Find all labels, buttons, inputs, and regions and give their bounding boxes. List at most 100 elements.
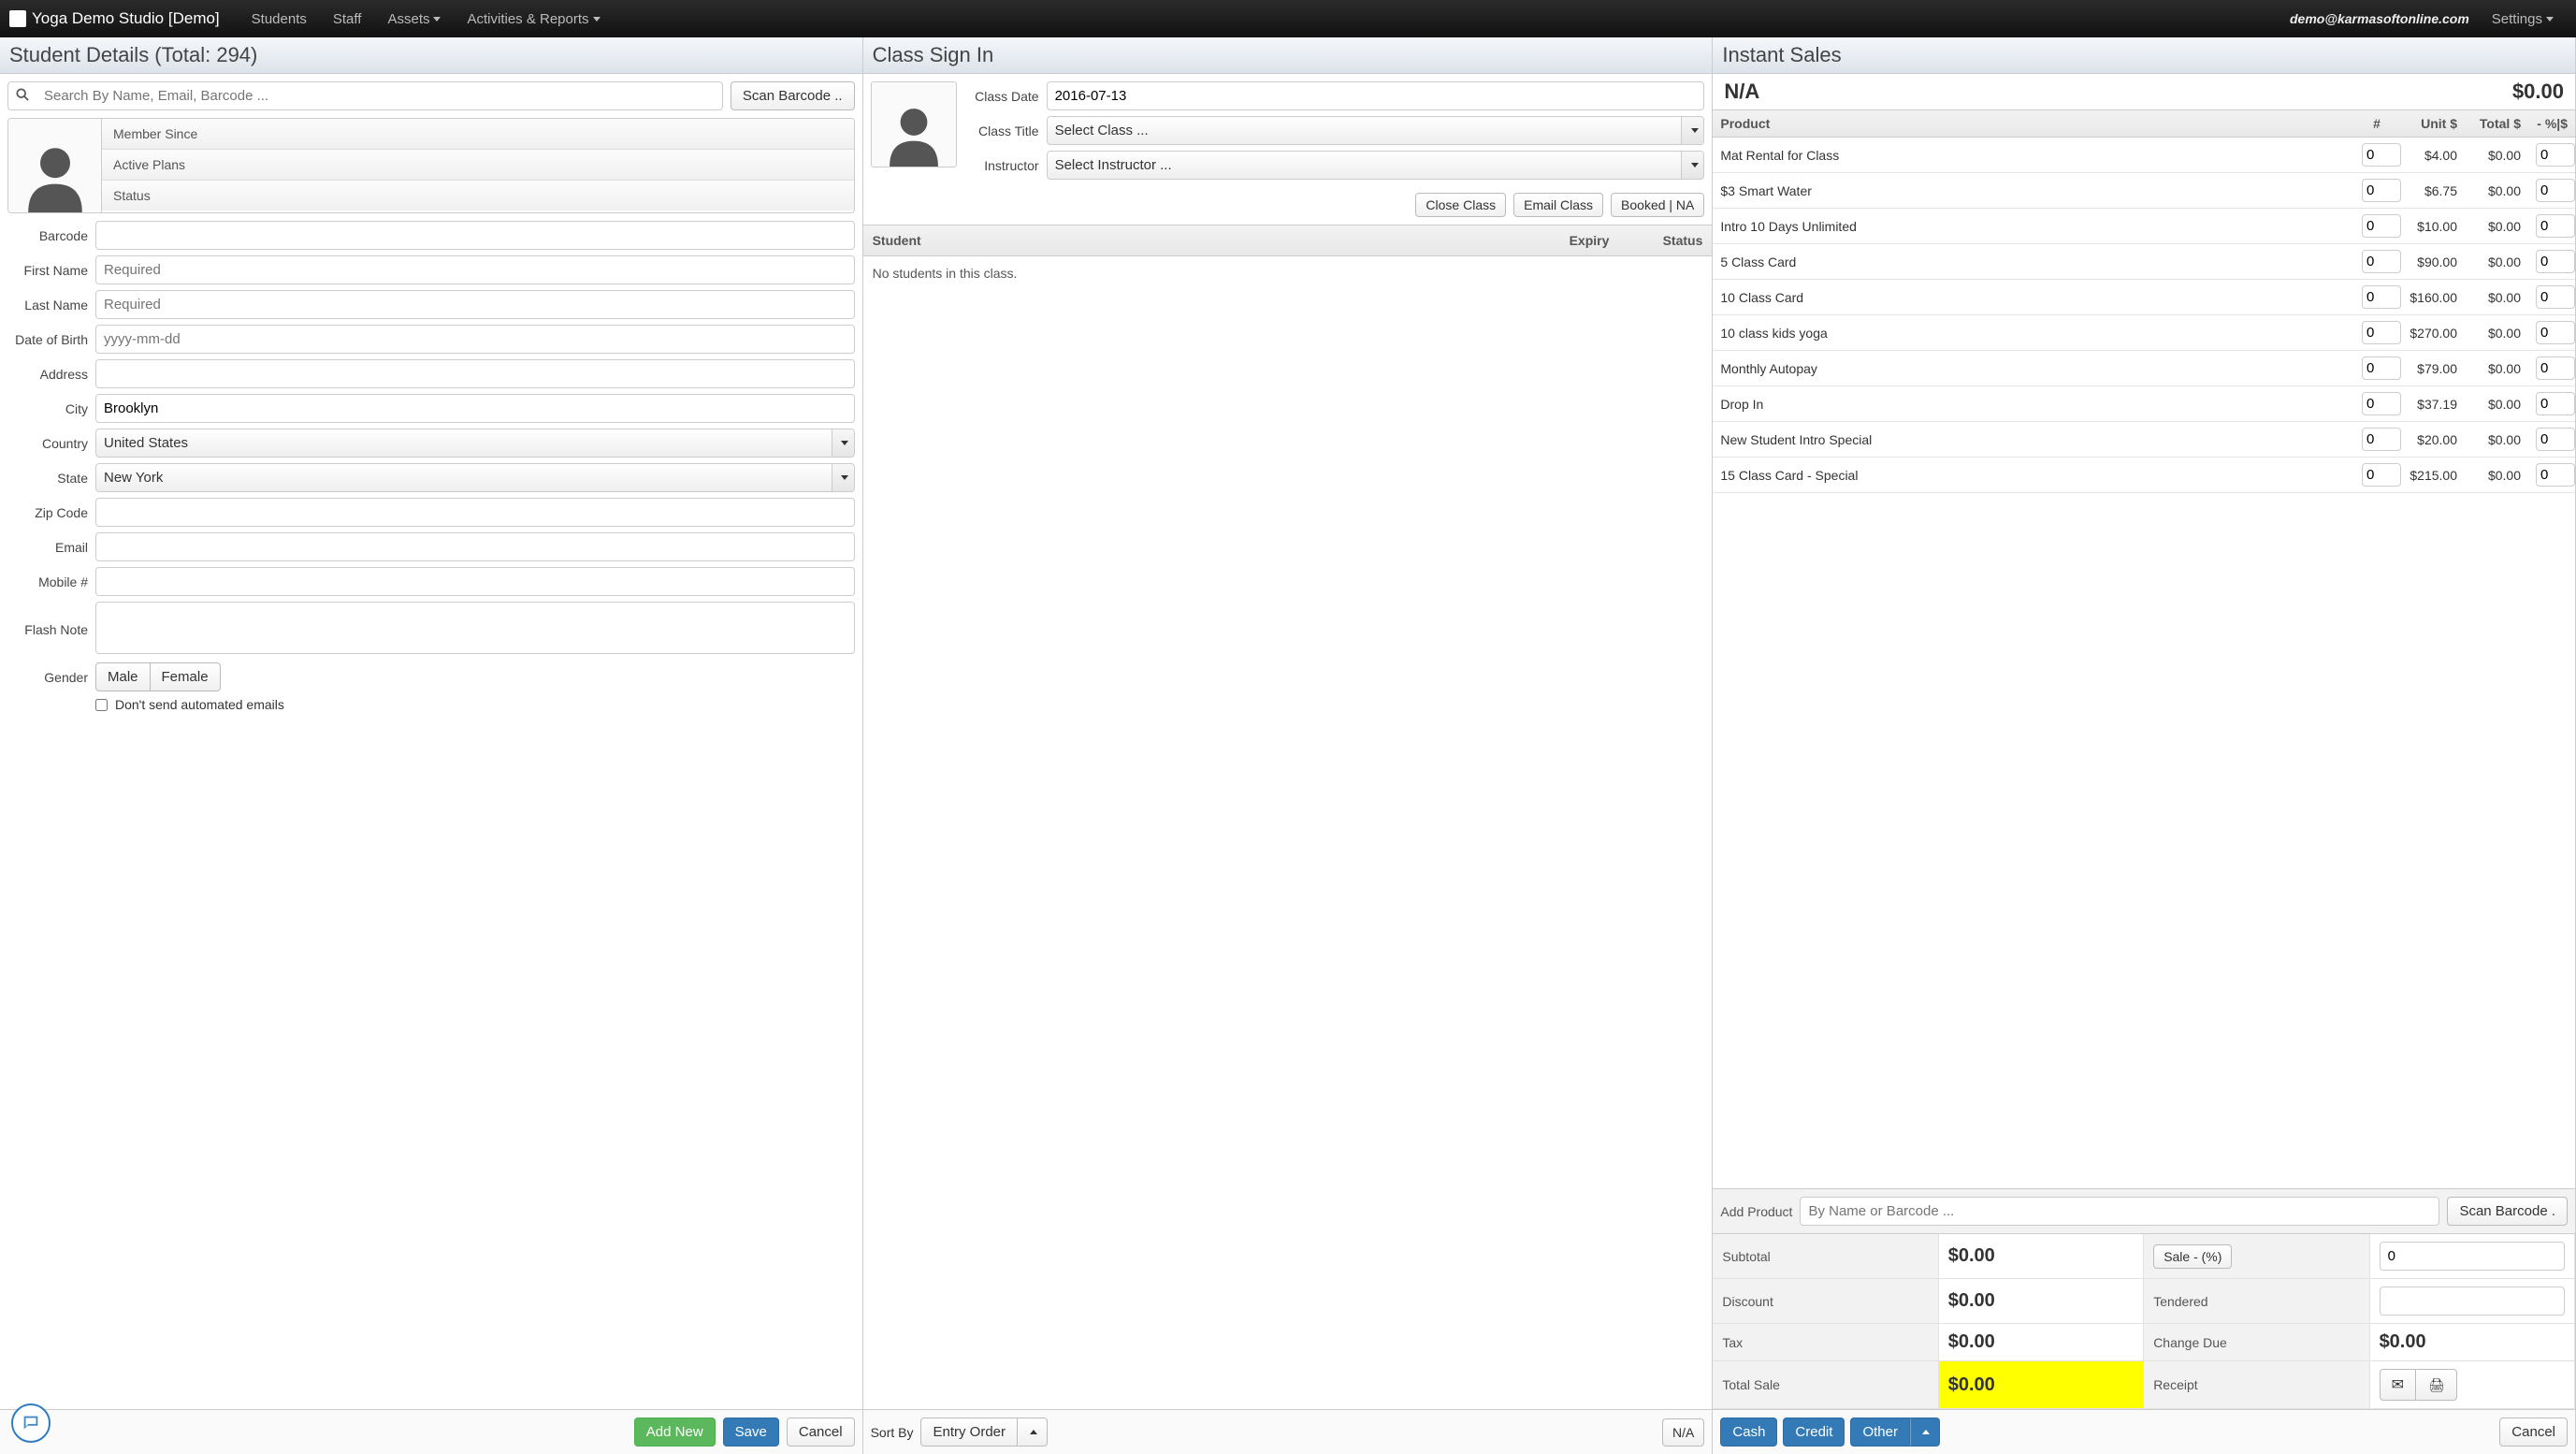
sale-percent-button[interactable]: Sale - (%) [2153,1244,2232,1269]
add-product-input[interactable] [1800,1197,2439,1226]
brand[interactable]: Yoga Demo Studio [Demo] [9,9,220,28]
state-select[interactable]: New York [95,463,855,492]
state-value: New York [104,470,163,486]
instant-sales-title: Instant Sales [1713,37,2575,74]
sale-percent-input[interactable] [2380,1242,2565,1271]
product-qty-input[interactable] [2362,392,2401,415]
print-icon [2428,1377,2445,1393]
pay-other-button[interactable]: Other [1850,1418,1910,1447]
sort-by-label: Sort By [871,1425,914,1440]
chevron-down-icon [593,17,601,22]
class-date-input[interactable] [1047,81,1705,110]
email-label: Email [7,540,88,555]
cancel-button[interactable]: Cancel [787,1418,855,1447]
product-qty-input[interactable] [2362,143,2401,167]
pay-credit-button[interactable]: Credit [1783,1418,1845,1447]
mobile-input[interactable] [95,567,855,596]
product-discount-input[interactable] [2536,463,2575,487]
product-qty-input[interactable] [2362,214,2401,238]
product-name: 15 Class Card - Special [1713,462,2354,488]
instructor-select[interactable]: Select Instructor ... [1047,151,1705,180]
product-qty-input[interactable] [2362,250,2401,273]
total-sale-label: Total Sale [1713,1361,1938,1409]
col-student: Student [863,225,1507,255]
product-unit-price: $270.00 [2399,320,2465,346]
col-qty: # [2354,110,2399,137]
nav-staff[interactable]: Staff [320,11,375,27]
product-total: $0.00 [2465,284,2528,311]
student-search[interactable] [7,81,723,110]
product-discount-input[interactable] [2536,285,2575,309]
product-discount-input[interactable] [2536,356,2575,380]
status-label: Status [102,181,854,211]
flash-note-input[interactable] [95,602,855,654]
student-photo[interactable] [8,119,102,212]
pay-other-caret-button[interactable] [1910,1418,1940,1447]
add-new-button[interactable]: Add New [634,1418,716,1447]
dob-input[interactable] [95,325,855,354]
first-name-input[interactable] [95,255,855,284]
product-discount-input[interactable] [2536,321,2575,344]
save-button[interactable]: Save [723,1418,779,1447]
active-plans-label: Active Plans [102,150,854,181]
nav-activities[interactable]: Activities & Reports [454,11,613,27]
user-email[interactable]: demo@karmasoftonline.com [2290,11,2469,26]
product-row: $3 Smart Water$6.75$0.00 [1713,173,2575,209]
instructor-label: Instructor [966,158,1039,173]
last-name-input[interactable] [95,290,855,319]
email-class-button[interactable]: Email Class [1513,193,1603,217]
receipt-email-button[interactable] [2380,1369,2416,1401]
product-name: 5 Class Card [1713,249,2354,275]
sort-order-caret-button[interactable] [1018,1418,1048,1447]
brand-text: Yoga Demo Studio [Demo] [32,9,220,28]
product-qty-input[interactable] [2362,428,2401,451]
class-photo[interactable] [871,81,957,167]
sales-cancel-button[interactable]: Cancel [2499,1418,2568,1447]
class-title-select[interactable]: Select Class ... [1047,116,1705,145]
email-input[interactable] [95,532,855,561]
product-discount-input[interactable] [2536,250,2575,273]
product-discount-input[interactable] [2536,179,2575,202]
product-discount-input[interactable] [2536,428,2575,451]
receipt-print-button[interactable] [2416,1369,2457,1401]
scan-barcode-sales-button[interactable]: Scan Barcode . [2447,1197,2568,1226]
barcode-input[interactable] [95,221,855,250]
product-unit-price: $160.00 [2399,284,2465,311]
nav-activities-label: Activities & Reports [467,11,588,27]
nav-students[interactable]: Students [239,11,320,27]
booked-button[interactable]: Booked | NA [1611,193,1704,217]
product-qty-input[interactable] [2362,179,2401,202]
city-input[interactable] [95,394,855,423]
product-total: $0.00 [2465,320,2528,346]
country-label: Country [7,436,88,451]
no-auto-email-checkbox[interactable] [95,699,108,711]
country-select[interactable]: United States [95,429,855,458]
product-qty-input[interactable] [2362,285,2401,309]
address-input[interactable] [95,359,855,388]
dob-label: Date of Birth [7,332,88,347]
chat-bubble-button[interactable] [11,1403,51,1443]
product-discount-input[interactable] [2536,214,2575,238]
product-unit-price: $20.00 [2399,427,2465,453]
product-qty-input[interactable] [2362,356,2401,380]
product-qty-input[interactable] [2362,463,2401,487]
tendered-input[interactable] [2380,1287,2565,1316]
sales-customer-total: $0.00 [2512,80,2564,104]
nav-assets[interactable]: Assets [374,11,454,27]
class-title-label: Class Title [966,124,1039,138]
product-qty-input[interactable] [2362,321,2401,344]
product-unit-price: $215.00 [2399,462,2465,488]
product-discount-input[interactable] [2536,392,2575,415]
gender-female-button[interactable]: Female [151,662,221,691]
sort-order-button[interactable]: Entry Order [920,1418,1018,1447]
member-since-label: Member Since [102,119,854,150]
scan-barcode-button[interactable]: Scan Barcode .. [731,81,855,110]
product-discount-input[interactable] [2536,143,2575,167]
close-class-button[interactable]: Close Class [1415,193,1506,217]
address-label: Address [7,367,88,382]
pay-cash-button[interactable]: Cash [1720,1418,1777,1447]
gender-male-button[interactable]: Male [95,662,151,691]
zip-input[interactable] [95,498,855,527]
student-search-input[interactable] [36,82,722,109]
nav-settings[interactable]: Settings [2479,11,2567,27]
